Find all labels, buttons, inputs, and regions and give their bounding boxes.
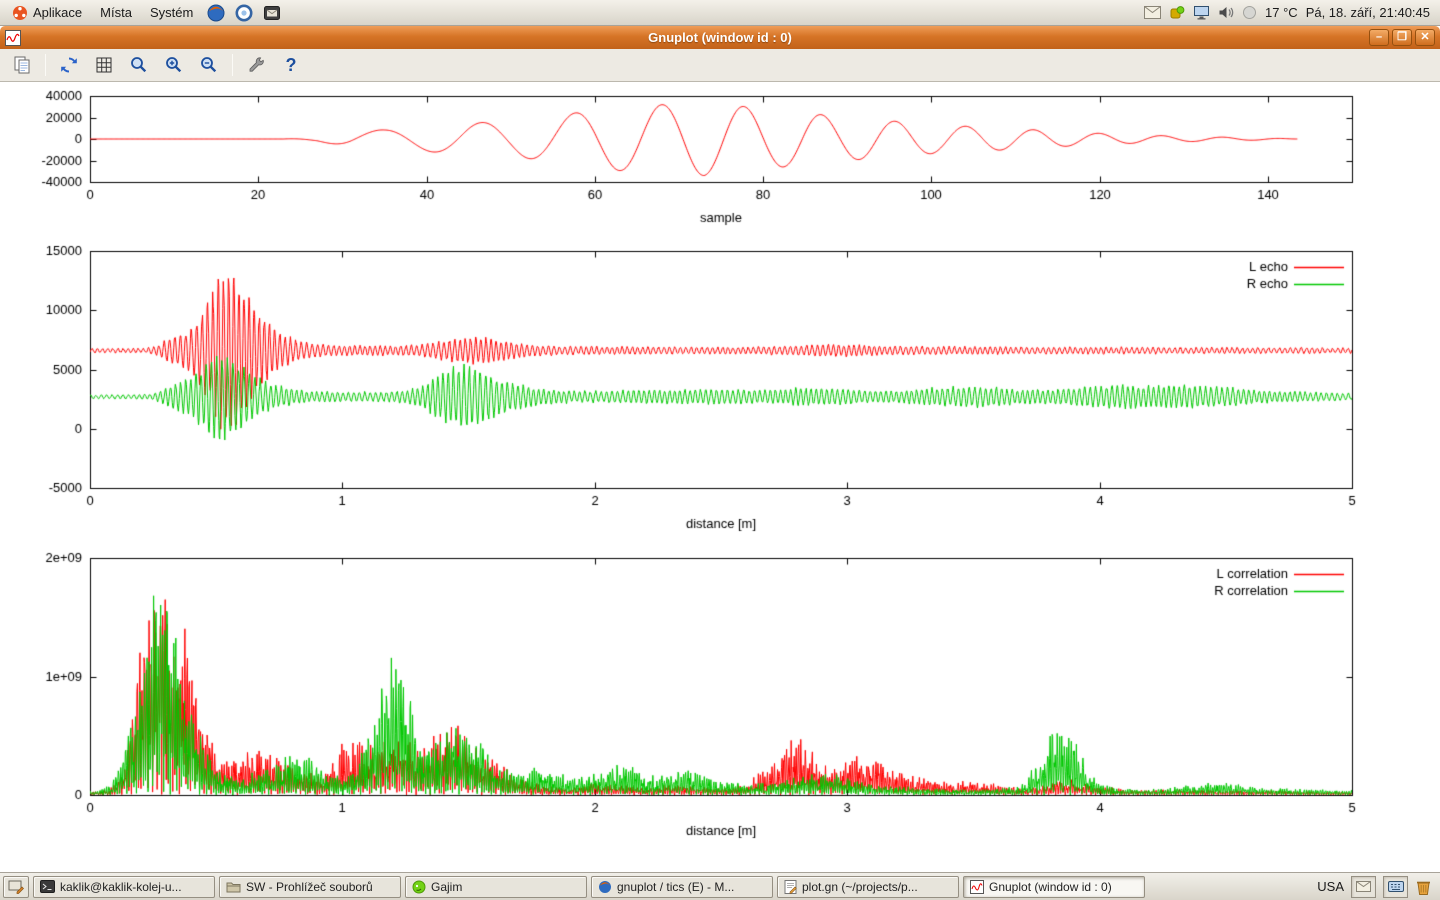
window-title: Gnuplot (window id : 0) xyxy=(0,30,1440,45)
menu-system-label: Systém xyxy=(150,5,193,20)
toggle-grid-icon[interactable] xyxy=(91,52,117,78)
desktop: Aplikace Místa Systém xyxy=(0,0,1440,900)
weather-icon[interactable] xyxy=(1242,5,1257,20)
gnuplot-icon xyxy=(970,880,984,894)
zoom-in-icon[interactable] xyxy=(161,52,187,78)
task-label: Gajim xyxy=(431,880,462,894)
task-label: SW - Prohlížeč souborů xyxy=(246,880,373,894)
gnuplot-toolbar: ? xyxy=(0,49,1440,82)
mail-indicator-icon xyxy=(1356,881,1371,892)
echo-chart[interactable] xyxy=(0,240,1440,540)
task-label: gnuplot / tics (E) - M... xyxy=(617,880,734,894)
taskbar: kaklik@kaklik-kolej-u... SW - Prohlížeč … xyxy=(0,872,1440,900)
task-button-file-manager[interactable]: SW - Prohlížeč souborů xyxy=(219,876,401,898)
firefox-launcher-icon[interactable] xyxy=(203,2,229,24)
help-icon[interactable]: ? xyxy=(278,52,304,78)
task-button-terminal[interactable]: kaklik@kaklik-kolej-u... xyxy=(33,876,215,898)
volume-icon[interactable] xyxy=(1218,5,1234,20)
mail-indicator[interactable] xyxy=(1351,876,1376,898)
task-button-firefox[interactable]: gnuplot / tics (E) - M... xyxy=(591,876,773,898)
task-label: Gnuplot (window id : 0) xyxy=(989,880,1112,894)
menu-system[interactable]: Systém xyxy=(142,2,201,23)
task-label: plot.gn (~/projects/p... xyxy=(802,880,918,894)
trash-icon[interactable] xyxy=(1415,878,1432,896)
menu-places[interactable]: Místa xyxy=(92,2,140,23)
waveform-chart[interactable] xyxy=(0,86,1440,236)
text-editor-icon xyxy=(784,880,797,894)
terminal-icon xyxy=(40,880,55,893)
window-controls: – ❐ ✕ xyxy=(1369,29,1435,46)
plot-area xyxy=(0,82,1440,872)
correlation-chart[interactable] xyxy=(0,547,1440,847)
close-button[interactable]: ✕ xyxy=(1415,29,1435,46)
menu-applications[interactable]: Aplikace xyxy=(4,2,90,24)
show-desktop-icon xyxy=(8,880,24,894)
task-label: kaklik@kaklik-kolej-u... xyxy=(60,880,182,894)
software-update-icon[interactable] xyxy=(1169,5,1185,21)
task-button-gnuplot[interactable]: Gnuplot (window id : 0) xyxy=(963,876,1145,898)
taskbar-tray: USA xyxy=(1317,876,1437,898)
task-button-editor[interactable]: plot.gn (~/projects/p... xyxy=(777,876,959,898)
gajim-icon xyxy=(412,880,426,894)
replot-icon[interactable] xyxy=(56,52,82,78)
top-panel: Aplikace Místa Systém xyxy=(0,0,1440,26)
firefox-icon xyxy=(598,880,612,894)
file-manager-icon xyxy=(226,880,241,893)
panel-status-area: 17 °C Pá, 18. září, 21:40:45 xyxy=(1144,5,1436,21)
minimize-button[interactable]: – xyxy=(1369,29,1389,46)
configure-icon[interactable] xyxy=(243,52,269,78)
temperature-label[interactable]: 17 °C xyxy=(1265,5,1298,20)
mail-client-launcher-icon[interactable] xyxy=(259,2,285,24)
window-titlebar[interactable]: Gnuplot (window id : 0) – ❐ ✕ xyxy=(0,26,1440,49)
gnuplot-window-icon xyxy=(5,30,21,46)
display-icon[interactable] xyxy=(1193,5,1210,20)
copy-to-clipboard-icon[interactable] xyxy=(9,52,35,78)
help-launcher-icon[interactable] xyxy=(231,2,257,24)
show-desktop-button[interactable] xyxy=(3,876,29,898)
task-button-gajim[interactable]: Gajim xyxy=(405,876,587,898)
toolbar-separator xyxy=(232,54,233,76)
keyboard-indicator[interactable] xyxy=(1383,876,1408,898)
menu-places-label: Místa xyxy=(100,5,132,20)
zoom-out-icon[interactable] xyxy=(196,52,222,78)
clock-label[interactable]: Pá, 18. září, 21:40:45 xyxy=(1306,5,1430,20)
keyboard-icon xyxy=(1388,881,1404,892)
ubuntu-logo-icon xyxy=(12,5,28,21)
menu-applications-label: Aplikace xyxy=(33,5,82,20)
zoom-previous-icon[interactable] xyxy=(126,52,152,78)
mail-notifier-icon[interactable] xyxy=(1144,6,1161,19)
toolbar-separator xyxy=(45,54,46,76)
keyboard-layout-indicator[interactable]: USA xyxy=(1317,879,1344,894)
maximize-button[interactable]: ❐ xyxy=(1392,29,1412,46)
